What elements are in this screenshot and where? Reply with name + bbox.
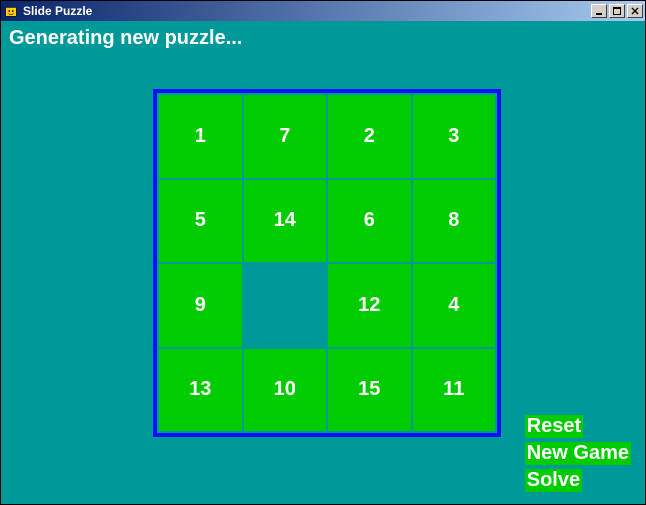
tile-13[interactable]: 13 [159, 349, 242, 432]
tile-2[interactable]: 2 [328, 95, 411, 178]
puzzle-board: 1 7 2 3 5 14 6 8 9 12 4 13 10 15 11 [153, 89, 501, 437]
reset-button[interactable]: Reset [525, 415, 583, 438]
tile-14[interactable]: 14 [244, 180, 327, 263]
status-text: Generating new puzzle... [9, 27, 242, 50]
titlebar: Slide Puzzle [1, 1, 645, 21]
app-window: Slide Puzzle Generating new puzzle... 1 … [0, 0, 646, 505]
tile-7[interactable]: 7 [244, 95, 327, 178]
tile-4[interactable]: 4 [413, 264, 496, 347]
tile-15[interactable]: 15 [328, 349, 411, 432]
tile-empty [244, 264, 327, 347]
tile-9[interactable]: 9 [159, 264, 242, 347]
tile-10[interactable]: 10 [244, 349, 327, 432]
tile-1[interactable]: 1 [159, 95, 242, 178]
window-title: Slide Puzzle [23, 4, 591, 18]
tile-5[interactable]: 5 [159, 180, 242, 263]
tile-8[interactable]: 8 [413, 180, 496, 263]
tile-11[interactable]: 11 [413, 349, 496, 432]
tile-6[interactable]: 6 [328, 180, 411, 263]
client-area: Generating new puzzle... 1 7 2 3 5 14 6 … [1, 21, 645, 504]
maximize-button[interactable] [609, 4, 625, 18]
app-icon [3, 3, 19, 19]
window-controls [591, 4, 643, 18]
solve-button[interactable]: Solve [525, 469, 582, 492]
tile-3[interactable]: 3 [413, 95, 496, 178]
new-game-button[interactable]: New Game [525, 442, 631, 465]
minimize-button[interactable] [591, 4, 607, 18]
action-buttons: Reset New Game Solve [525, 415, 631, 492]
close-button[interactable] [627, 4, 643, 18]
tile-12[interactable]: 12 [328, 264, 411, 347]
